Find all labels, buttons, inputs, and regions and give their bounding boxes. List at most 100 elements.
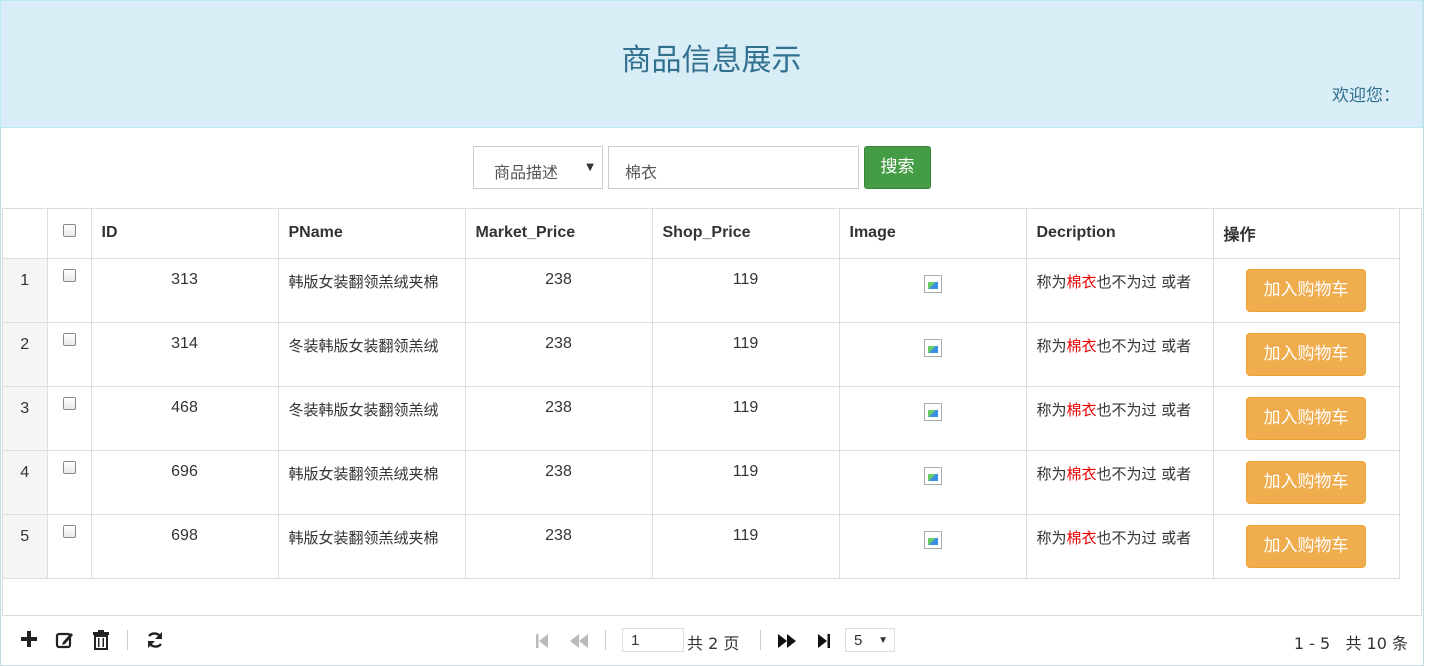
broken-image-icon (923, 402, 942, 421)
cell-action: 加入购物车 (1212, 513, 1400, 579)
desc-text: 也不为过 或者 (1096, 464, 1192, 483)
next-page-icon[interactable] (777, 633, 797, 649)
search-input[interactable]: 棉衣 (608, 146, 859, 189)
chevron-down-icon: ▼ (878, 635, 888, 646)
refresh-icon[interactable] (145, 630, 165, 650)
cell-description: 称为棉衣也不为过 或者 (1025, 257, 1214, 323)
desc-highlight: 棉衣 (1066, 272, 1097, 291)
cell-image (838, 321, 1027, 387)
desc-text: 称为 (1036, 336, 1067, 355)
cell-shop-price: 119 (651, 257, 840, 323)
add-to-cart-button[interactable]: 加入购物车 (1246, 332, 1366, 376)
edit-icon[interactable] (55, 630, 75, 650)
cell-shop-price: 119 (651, 321, 840, 387)
product-table: ID PName Market_Price Shop_Price Image D… (3, 209, 1400, 579)
cell-description: 称为棉衣也不为过 或者 (1025, 385, 1214, 451)
row-checkbox[interactable] (62, 460, 76, 474)
cell-pname: 韩版女装翻领羔绒夹棉 (277, 257, 466, 323)
column-header-pname[interactable]: PName (277, 209, 466, 259)
search-bar: 商品描述 ▼ 棉衣 搜索 (473, 146, 931, 189)
page-size-value: 5 (854, 632, 863, 649)
cell-shop-price: 119 (651, 385, 840, 451)
search-field-select[interactable]: 商品描述 ▼ (473, 146, 603, 189)
add-to-cart-button[interactable]: 加入购物车 (1246, 396, 1366, 440)
broken-image-icon (923, 338, 942, 357)
broken-image-icon (923, 530, 942, 549)
row-select-cell (46, 321, 92, 387)
row-checkbox[interactable] (62, 396, 76, 410)
row-select-cell (46, 449, 92, 515)
page-title: 商品信息展示 (621, 43, 802, 78)
table-row[interactable]: 2 314 冬装韩版女装翻领羔绒 238 119 称为棉衣也不为过 或者 加入购物车 (3, 321, 1400, 387)
row-checkbox[interactable] (62, 332, 76, 346)
cell-market-price: 238 (464, 321, 653, 387)
row-select-cell (46, 513, 92, 579)
desc-highlight: 棉衣 (1066, 528, 1097, 547)
cell-image (838, 257, 1027, 323)
toolbar-divider (127, 630, 128, 650)
cell-pname: 冬装韩版女装翻领羔绒 (277, 321, 466, 387)
row-checkbox[interactable] (62, 268, 76, 282)
desc-highlight: 棉衣 (1066, 400, 1097, 419)
prev-page-icon[interactable] (569, 633, 589, 649)
desc-text: 称为 (1036, 400, 1067, 419)
desc-text: 也不为过 或者 (1096, 336, 1192, 355)
table-header-row: ID PName Market_Price Shop_Price Image D… (3, 209, 1400, 259)
table-row[interactable]: 1 313 韩版女装翻领羔绒夹棉 238 119 称为棉衣也不为过 或者 加入购物车 (3, 257, 1400, 323)
page-header: 商品信息展示 欢迎您： (0, 0, 1423, 128)
desc-highlight: 棉衣 (1066, 464, 1097, 483)
first-page-icon[interactable] (535, 633, 549, 649)
cell-id: 468 (90, 385, 279, 451)
table-row[interactable]: 5 698 韩版女装翻领羔绒夹棉 238 119 称为棉衣也不为过 或者 加入购物车 (3, 513, 1400, 579)
broken-image-icon (923, 466, 942, 485)
cell-description: 称为棉衣也不为过 或者 (1025, 321, 1214, 387)
add-to-cart-button[interactable]: 加入购物车 (1246, 268, 1366, 312)
cell-market-price: 238 (464, 385, 653, 451)
table-row[interactable]: 4 696 韩版女装翻领羔绒夹棉 238 119 称为棉衣也不为过 或者 加入购物车 (3, 449, 1400, 515)
column-header-shop-price[interactable]: Shop_Price (651, 209, 840, 259)
last-page-icon[interactable] (817, 633, 831, 649)
select-all-checkbox[interactable] (62, 224, 76, 238)
pager-divider (605, 630, 606, 650)
column-header-action: 操作 (1212, 209, 1400, 259)
table-row[interactable]: 3 468 冬装韩版女装翻领羔绒 238 119 称为棉衣也不为过 或者 加入购物车 (3, 385, 1400, 451)
welcome-text: 欢迎您： (1332, 86, 1400, 106)
trash-icon[interactable] (92, 630, 110, 650)
column-header-description[interactable]: Decription (1025, 209, 1214, 259)
cell-id: 313 (90, 257, 279, 323)
row-select-cell (46, 385, 92, 451)
cell-pname: 韩版女装翻领羔绒夹棉 (277, 449, 466, 515)
cell-pname: 韩版女装翻领羔绒夹棉 (277, 513, 466, 579)
cell-image (838, 449, 1027, 515)
add-to-cart-button[interactable]: 加入购物车 (1246, 524, 1366, 568)
cell-id: 314 (90, 321, 279, 387)
cell-pname: 冬装韩版女装翻领羔绒 (277, 385, 466, 451)
page-size-select[interactable]: 5 ▼ (845, 628, 895, 652)
search-field-value: 商品描述 (494, 163, 559, 182)
row-number-header (3, 209, 48, 259)
column-header-image[interactable]: Image (838, 209, 1027, 259)
cell-action: 加入购物车 (1212, 449, 1400, 515)
row-checkbox[interactable] (62, 524, 76, 538)
cell-shop-price: 119 (651, 513, 840, 579)
column-header-id[interactable]: ID (90, 209, 279, 259)
cell-action: 加入购物车 (1212, 385, 1400, 451)
desc-text: 也不为过 或者 (1096, 272, 1192, 291)
row-number: 4 (3, 449, 48, 515)
cell-description: 称为棉衣也不为过 或者 (1025, 513, 1214, 579)
page-number-input[interactable]: 1 (622, 628, 684, 652)
plus-icon[interactable] (20, 630, 38, 648)
add-to-cart-button[interactable]: 加入购物车 (1246, 460, 1366, 504)
row-number: 5 (3, 513, 48, 579)
search-button[interactable]: 搜索 (864, 146, 931, 189)
select-all-cell (46, 209, 92, 259)
column-header-market-price[interactable]: Market_Price (464, 209, 653, 259)
cell-image (838, 385, 1027, 451)
cell-market-price: 238 (464, 449, 653, 515)
desc-text: 称为 (1036, 528, 1067, 547)
row-select-cell (46, 257, 92, 323)
cell-id: 698 (90, 513, 279, 579)
cell-action: 加入购物车 (1212, 321, 1400, 387)
cell-shop-price: 119 (651, 449, 840, 515)
desc-text: 也不为过 或者 (1096, 400, 1192, 419)
